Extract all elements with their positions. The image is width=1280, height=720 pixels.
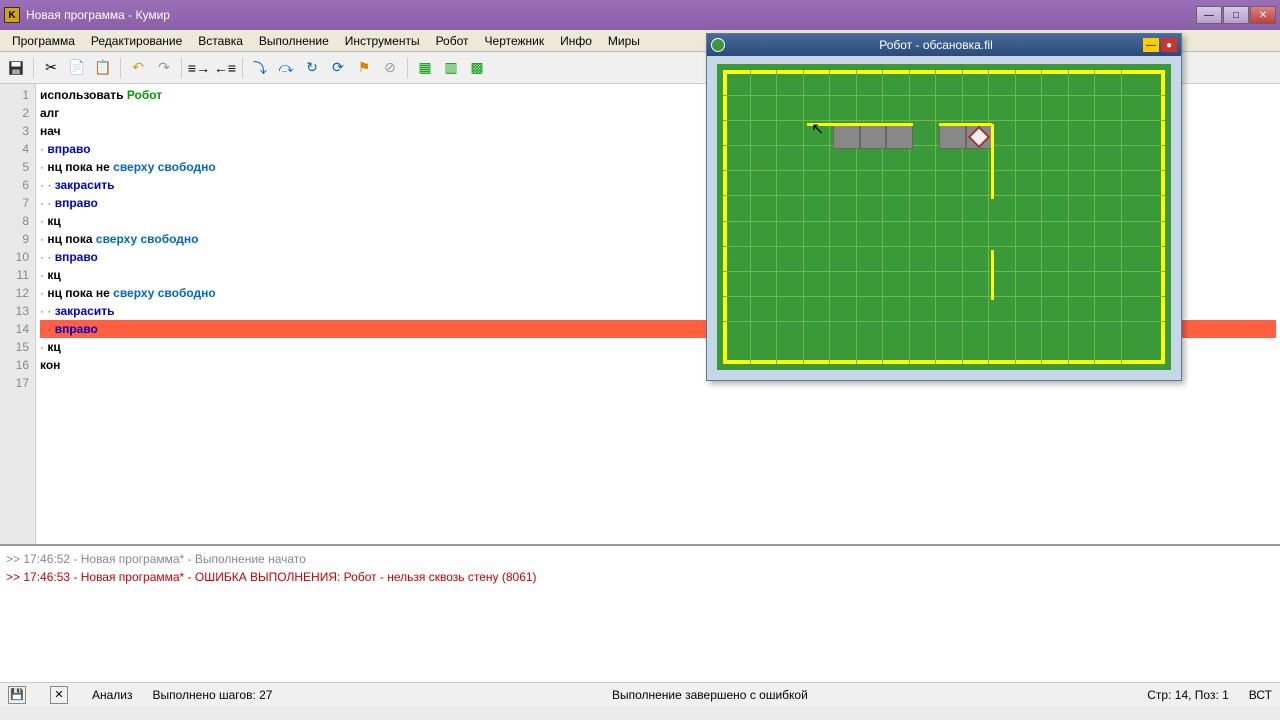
console-line: >> 17:46:52 - Новая программа* - Выполне… — [6, 550, 1274, 568]
statusbar: 💾 ✕ Анализ Выполнено шагов: 27 Выполнени… — [0, 682, 1280, 706]
menu-7[interactable]: Инфо — [552, 32, 600, 50]
save-button[interactable] — [4, 56, 28, 80]
close-button[interactable]: ✕ — [1250, 6, 1276, 24]
close-status-icon[interactable]: ✕ — [50, 686, 68, 704]
robot-minimize-button[interactable]: — — [1143, 38, 1159, 52]
menu-5[interactable]: Робот — [428, 32, 477, 50]
indent-button[interactable]: ≡→ — [187, 56, 211, 80]
painted-cell — [833, 124, 860, 149]
painted-cell — [886, 124, 913, 149]
maximize-button[interactable]: □ — [1223, 6, 1249, 24]
run-to-button[interactable]: ⚑ — [352, 56, 376, 80]
console: >> 17:46:52 - Новая программа* - Выполне… — [0, 544, 1280, 684]
menu-2[interactable]: Вставка — [190, 32, 251, 50]
menu-1[interactable]: Редактирование — [83, 32, 190, 50]
status-steps: Выполнено шагов: 27 — [153, 688, 273, 702]
copy-button[interactable]: 📄 — [65, 56, 89, 80]
menu-8[interactable]: Миры — [600, 32, 648, 50]
run-button[interactable]: ↻ — [300, 56, 324, 80]
minimize-button[interactable]: — — [1196, 6, 1222, 24]
grid3-button[interactable]: ▩ — [465, 56, 489, 80]
run-fast-button[interactable]: ⟳ — [326, 56, 350, 80]
line-gutter: 1234567891011121314151617 — [0, 84, 36, 544]
status-mode: ВСТ — [1249, 688, 1272, 702]
window-title: Новая программа - Кумир — [26, 8, 1196, 22]
wall — [991, 250, 994, 300]
status-pos: Стр: 14, Поз: 1 — [1147, 688, 1229, 702]
undo-button[interactable]: ↶ — [126, 56, 150, 80]
grid2-button[interactable]: ▥ — [439, 56, 463, 80]
step-in-button[interactable]: ⤵ — [248, 56, 272, 80]
robot-window[interactable]: Робот - обсановка.fil — ● ↖ — [706, 33, 1182, 381]
redo-button[interactable]: ↷ — [152, 56, 176, 80]
robot-title: Робот - обсановка.fil — [731, 38, 1141, 52]
status-analysis: Анализ — [92, 688, 133, 702]
menu-3[interactable]: Выполнение — [251, 32, 337, 50]
console-line: >> 17:46:53 - Новая программа* - ОШИБКА … — [6, 568, 1274, 586]
titlebar: K Новая программа - Кумир — □ ✕ — [0, 0, 1280, 30]
painted-cell — [860, 124, 887, 149]
step-over-button[interactable]: ⤼ — [274, 56, 298, 80]
save-status-icon[interactable]: 💾 — [8, 686, 26, 704]
wall — [939, 123, 992, 126]
cut-button[interactable]: ✂ — [39, 56, 63, 80]
status-result: Выполнение завершено с ошибкой — [612, 688, 808, 702]
stop-button[interactable]: ⊘ — [378, 56, 402, 80]
outdent-button[interactable]: ←≡ — [213, 56, 237, 80]
grid-lines — [723, 70, 1165, 364]
wall — [807, 123, 913, 126]
menu-0[interactable]: Программа — [4, 32, 83, 50]
paste-button[interactable]: 📋 — [91, 56, 115, 80]
robot-close-button[interactable]: ● — [1161, 38, 1177, 52]
menu-4[interactable]: Инструменты — [337, 32, 428, 50]
robot-titlebar: Робот - обсановка.fil — ● — [707, 34, 1181, 56]
app-icon: K — [4, 7, 20, 23]
painted-cell — [939, 124, 966, 149]
robot-field[interactable] — [717, 64, 1171, 370]
robot-icon — [711, 38, 725, 52]
grid1-button[interactable]: ▦ — [413, 56, 437, 80]
menu-6[interactable]: Чертежник — [477, 32, 553, 50]
wall — [991, 124, 994, 199]
